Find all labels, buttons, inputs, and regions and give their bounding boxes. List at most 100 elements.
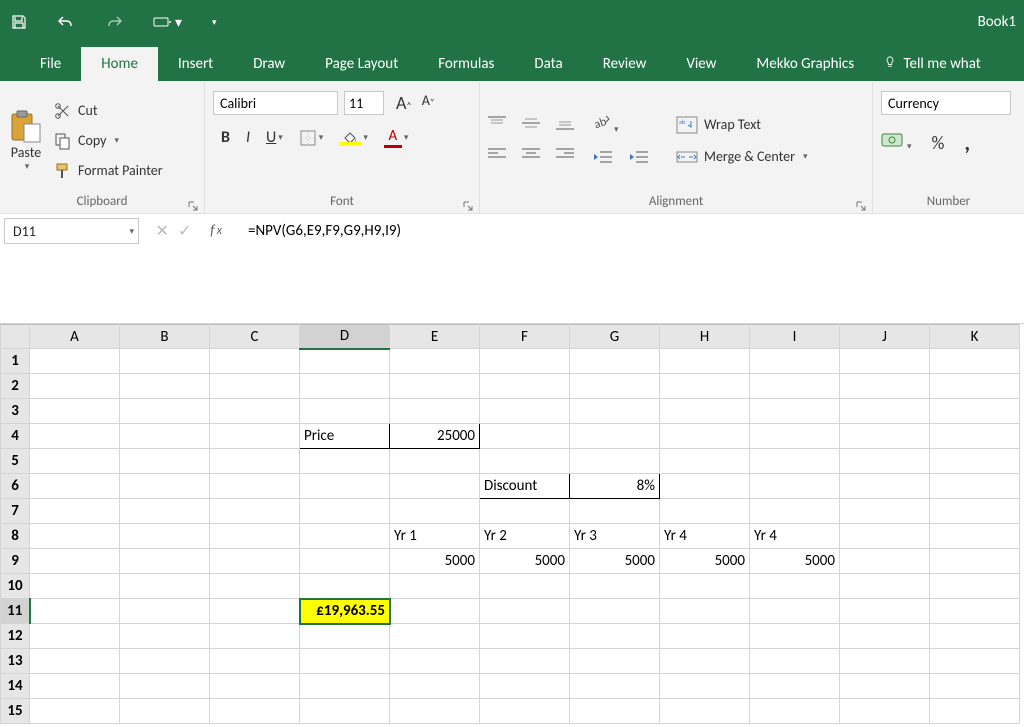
decrease-font-icon[interactable]: A˅ [422,92,435,114]
cell-G12[interactable] [570,624,660,649]
cell-A12[interactable] [30,624,120,649]
cell-F5[interactable] [480,449,570,474]
cell-G4[interactable] [570,424,660,449]
cell-F9[interactable]: 5000 [480,549,570,574]
cell-D15[interactable] [300,699,390,724]
cell-B14[interactable] [120,674,210,699]
tell-me[interactable]: Tell me what [874,47,1001,81]
cell-B15[interactable] [120,699,210,724]
accounting-format-button[interactable]: ▾ [881,131,912,154]
merge-center-button[interactable]: Merge & Center ▾ [676,148,808,166]
cell-F6[interactable]: Discount [480,474,570,499]
column-header-G[interactable]: G [570,325,660,349]
cell-I7[interactable] [750,499,840,524]
cell-D14[interactable] [300,674,390,699]
tab-home[interactable]: Home [81,47,158,81]
cell-E7[interactable] [390,499,480,524]
cell-I1[interactable] [750,349,840,374]
cell-C2[interactable] [210,374,300,399]
copy-button[interactable]: Copy ▾ [50,128,167,154]
cell-K8[interactable] [930,524,1020,549]
cell-I8[interactable]: Yr 4 [750,524,840,549]
cell-G7[interactable] [570,499,660,524]
cell-K5[interactable] [930,449,1020,474]
cell-J15[interactable] [840,699,930,724]
name-box[interactable]: D11 ▾ [4,218,139,244]
cell-J11[interactable] [840,599,930,624]
cancel-formula-icon[interactable]: ✕ [156,221,169,241]
cell-J12[interactable] [840,624,930,649]
cell-E4[interactable]: 25000 [390,424,480,449]
cell-I12[interactable] [750,624,840,649]
tab-view[interactable]: View [666,47,736,81]
cell-F10[interactable] [480,574,570,599]
cell-D2[interactable] [300,374,390,399]
paste-button[interactable]: Paste ▾ [8,110,44,172]
cell-D7[interactable] [300,499,390,524]
cell-G3[interactable] [570,399,660,424]
row-header-6[interactable]: 6 [1,474,30,499]
alignment-dialog-launcher-icon[interactable] [856,197,868,209]
font-name-input[interactable] [213,91,338,115]
cell-E13[interactable] [390,649,480,674]
cell-B9[interactable] [120,549,210,574]
cell-K1[interactable] [930,349,1020,374]
row-header-1[interactable]: 1 [1,349,30,374]
cell-G5[interactable] [570,449,660,474]
cell-C15[interactable] [210,699,300,724]
cell-H10[interactable] [660,574,750,599]
cell-G9[interactable]: 5000 [570,549,660,574]
copy-dropdown-icon[interactable]: ▾ [114,135,119,146]
cell-D9[interactable] [300,549,390,574]
row-header-3[interactable]: 3 [1,399,30,424]
cell-F13[interactable] [480,649,570,674]
cell-B2[interactable] [120,374,210,399]
cell-B5[interactable] [120,449,210,474]
cell-J3[interactable] [840,399,930,424]
cell-A7[interactable] [30,499,120,524]
cell-B11[interactable] [120,599,210,624]
cell-K11[interactable] [930,599,1020,624]
tab-mekko[interactable]: Mekko Graphics [736,47,874,81]
column-header-J[interactable]: J [840,325,930,349]
cell-H7[interactable] [660,499,750,524]
row-header-4[interactable]: 4 [1,424,30,449]
cell-J9[interactable] [840,549,930,574]
cell-D10[interactable] [300,574,390,599]
tab-data[interactable]: Data [514,47,582,81]
cell-K2[interactable] [930,374,1020,399]
tab-page-layout[interactable]: Page Layout [305,47,418,81]
cell-K13[interactable] [930,649,1020,674]
cell-J6[interactable] [840,474,930,499]
cell-F8[interactable]: Yr 2 [480,524,570,549]
cell-B6[interactable] [120,474,210,499]
cell-E5[interactable] [390,449,480,474]
redo-icon[interactable] [105,14,123,30]
cell-E14[interactable] [390,674,480,699]
insert-function-button[interactable]: fx [196,218,236,244]
cell-J5[interactable] [840,449,930,474]
cell-G8[interactable]: Yr 3 [570,524,660,549]
cell-B8[interactable] [120,524,210,549]
cell-G2[interactable] [570,374,660,399]
cell-A4[interactable] [30,424,120,449]
cell-D6[interactable] [300,474,390,499]
format-painter-button[interactable]: Format Painter [50,158,167,184]
number-format-input[interactable] [881,91,1011,115]
align-middle-icon[interactable] [522,116,540,135]
column-header-C[interactable]: C [210,325,300,349]
cell-I11[interactable] [750,599,840,624]
row-header-7[interactable]: 7 [1,499,30,524]
row-header-14[interactable]: 14 [1,674,30,699]
cell-A2[interactable] [30,374,120,399]
font-dialog-launcher-icon[interactable] [463,197,475,209]
cell-D11[interactable]: £19,963.55 [300,599,390,624]
cell-B10[interactable] [120,574,210,599]
cell-C11[interactable] [210,599,300,624]
bold-button[interactable]: B [221,128,230,147]
cell-D4[interactable]: Price [300,424,390,449]
cell-F2[interactable] [480,374,570,399]
cell-H3[interactable] [660,399,750,424]
cell-C6[interactable] [210,474,300,499]
italic-button[interactable]: I [246,128,250,147]
